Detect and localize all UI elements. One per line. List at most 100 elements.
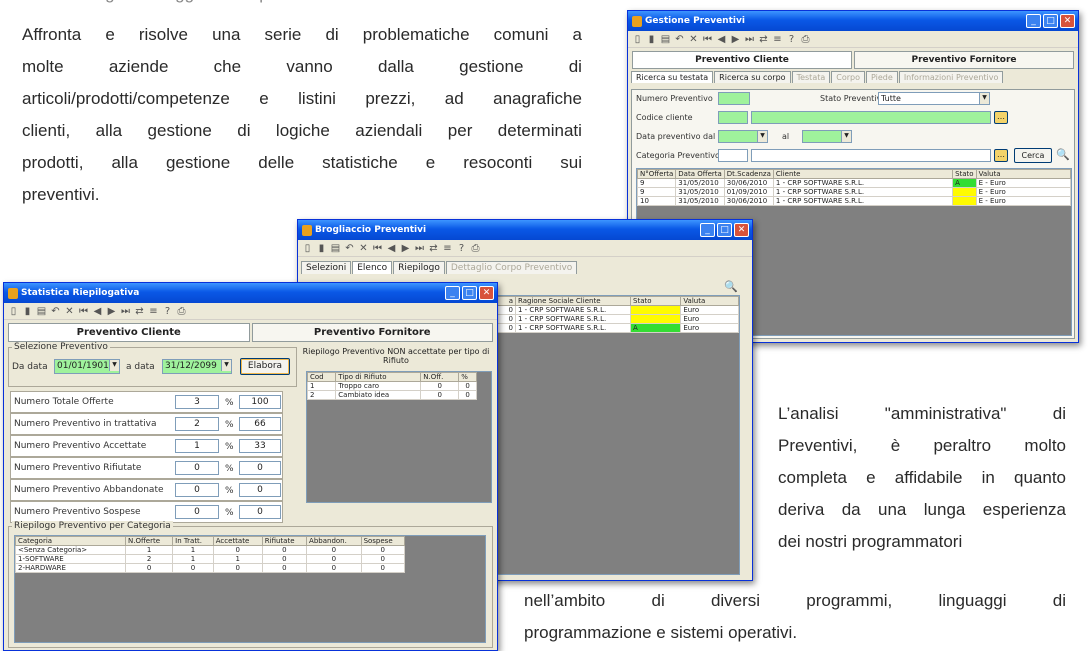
print-icon[interactable]: ⎙: [470, 243, 481, 254]
tab-elenco[interactable]: Elenco: [352, 261, 393, 274]
help-icon[interactable]: ?: [456, 243, 467, 254]
stat-percent-field[interactable]: 0: [239, 483, 281, 497]
tab-corpo[interactable]: Corpo: [831, 71, 866, 83]
dropdown-icon[interactable]: ▼: [109, 360, 119, 371]
close-icon[interactable]: ✕: [1060, 14, 1075, 28]
col-header[interactable]: Cliente: [772, 169, 954, 179]
col-header[interactable]: Categoria: [15, 536, 126, 546]
a-data-field[interactable]: 31/12/2099 ▼: [162, 359, 232, 374]
new-icon[interactable]: ▯: [302, 243, 313, 254]
maximize-icon[interactable]: □: [717, 223, 732, 237]
table-row[interactable]: <Senza Categoria> 1 1 0 0 0 0: [15, 545, 406, 555]
stat-count-field[interactable]: 0: [175, 461, 219, 475]
tab-ricerca-corpo[interactable]: Ricerca su corpo: [714, 71, 791, 83]
dropdown-icon[interactable]: ▼: [979, 93, 989, 104]
delete-icon[interactable]: ▮: [316, 243, 327, 254]
tab-preventivo-fornitore[interactable]: Preventivo Fornitore: [251, 323, 493, 342]
col-header[interactable]: N.Offerte: [124, 536, 174, 546]
tab-piede[interactable]: Piede: [866, 71, 898, 83]
next-icon[interactable]: ▶: [106, 306, 117, 317]
filter-icon[interactable]: ⇄: [758, 34, 769, 45]
table-row[interactable]: 9 31/05/2010 01/09/2010 1 - CRP SOFTWARE S.…: [636, 187, 1072, 197]
cerca-button[interactable]: Cerca: [1014, 148, 1052, 163]
col-header[interactable]: Valuta: [975, 169, 1072, 179]
col-header[interactable]: %: [458, 372, 477, 382]
dropdown-icon[interactable]: ▼: [841, 131, 851, 142]
tab-preventivo-cliente[interactable]: Preventivo Cliente: [632, 51, 852, 69]
dropdown-icon[interactable]: ▼: [221, 360, 231, 371]
prev-icon[interactable]: ◀: [92, 306, 103, 317]
undo-icon[interactable]: ↶: [50, 306, 61, 317]
table-row[interactable]: 2 Cambiato idea 0 0: [306, 390, 477, 400]
stat-percent-field[interactable]: 0: [239, 505, 281, 519]
stat-count-field[interactable]: 0: [175, 505, 219, 519]
data-al-field[interactable]: ▼: [802, 130, 852, 143]
tab-ricerca-testata[interactable]: Ricerca su testata: [631, 71, 714, 83]
next-icon[interactable]: ▶: [400, 243, 411, 254]
stat-count-field[interactable]: 1: [175, 439, 219, 453]
filter-icon[interactable]: ⇄: [134, 306, 145, 317]
print-icon[interactable]: ⎙: [176, 306, 187, 317]
next-icon[interactable]: ▶: [730, 34, 741, 45]
last-icon[interactable]: ⏭: [120, 306, 131, 317]
filter-icon[interactable]: ⇄: [428, 243, 439, 254]
numero-preventivo-field[interactable]: [718, 92, 750, 105]
col-header[interactable]: N°Offerta: [636, 169, 677, 179]
categoria-desc-field[interactable]: [751, 149, 991, 162]
cancel-icon[interactable]: ✕: [64, 306, 75, 317]
prev-icon[interactable]: ◀: [716, 34, 727, 45]
tab-informazioni[interactable]: Informazioni Preventivo: [898, 71, 1004, 83]
list-icon[interactable]: ≡: [442, 243, 453, 254]
lookup-icon[interactable]: …: [994, 149, 1008, 162]
tab-selezioni[interactable]: Selezioni: [301, 261, 352, 274]
table-row[interactable]: 1 Troppo caro 0 0: [306, 381, 477, 391]
col-header[interactable]: Ragione Sociale Cliente: [515, 296, 631, 306]
col-header[interactable]: Tipo di Rifiuto: [335, 372, 422, 382]
data-dal-field[interactable]: ▼: [718, 130, 768, 143]
print-icon[interactable]: ⎙: [800, 34, 811, 45]
titlebar[interactable]: Gestione Preventivi: [628, 11, 1078, 31]
col-header[interactable]: Stato: [952, 169, 977, 179]
tab-preventivo-fornitore[interactable]: Preventivo Fornitore: [854, 51, 1074, 69]
close-icon[interactable]: ✕: [479, 286, 494, 300]
da-data-field[interactable]: 01/01/1901 ▼: [54, 359, 120, 374]
table-row[interactable]: 9 31/05/2010 30/06/2010 1 - CRP SOFTWARE S.…: [636, 178, 1072, 188]
last-icon[interactable]: ⏭: [744, 34, 755, 45]
col-header[interactable]: Dt.Scadenza: [723, 169, 774, 179]
categoria-field[interactable]: [718, 149, 748, 162]
first-icon[interactable]: ⏮: [372, 243, 383, 254]
dropdown-icon[interactable]: ▼: [757, 131, 767, 142]
first-icon[interactable]: ⏮: [702, 34, 713, 45]
undo-icon[interactable]: ↶: [674, 34, 685, 45]
table-row[interactable]: 10 31/05/2010 30/06/2010 1 - CRP SOFTWARE S…: [636, 196, 1072, 206]
maximize-icon[interactable]: □: [462, 286, 477, 300]
stat-percent-field[interactable]: 0: [239, 461, 281, 475]
save-icon[interactable]: ▤: [330, 243, 341, 254]
new-icon[interactable]: ▯: [8, 306, 19, 317]
table-row[interactable]: 1-SOFTWARE 2 1 1 0 0 0: [15, 554, 406, 564]
minimize-icon[interactable]: _: [700, 223, 715, 237]
col-header[interactable]: Accettate: [212, 536, 263, 546]
table-row[interactable]: 2-HARDWARE 0 0 0 0 0 0: [15, 563, 406, 573]
stat-count-field[interactable]: 2: [175, 417, 219, 431]
stat-count-field[interactable]: 3: [175, 395, 219, 409]
undo-icon[interactable]: ↶: [344, 243, 355, 254]
lookup-icon[interactable]: …: [994, 111, 1008, 124]
delete-icon[interactable]: ▮: [646, 34, 657, 45]
close-icon[interactable]: ✕: [734, 223, 749, 237]
prev-icon[interactable]: ◀: [386, 243, 397, 254]
save-icon[interactable]: ▤: [36, 306, 47, 317]
help-icon[interactable]: ?: [786, 34, 797, 45]
stat-percent-field[interactable]: 66: [239, 417, 281, 431]
col-header[interactable]: Abbandon.: [306, 536, 362, 546]
delete-icon[interactable]: ▮: [22, 306, 33, 317]
stat-count-field[interactable]: 0: [175, 483, 219, 497]
col-header[interactable]: Data Offerta: [675, 169, 725, 179]
stat-percent-field[interactable]: 33: [239, 439, 281, 453]
search-icon[interactable]: 🔍: [724, 280, 738, 293]
cancel-icon[interactable]: ✕: [688, 34, 699, 45]
titlebar[interactable]: Statistica Riepilogativa: [4, 283, 497, 303]
col-header[interactable]: N.Off.: [420, 372, 460, 382]
help-icon[interactable]: ?: [162, 306, 173, 317]
tab-preventivo-cliente[interactable]: Preventivo Cliente: [8, 323, 250, 342]
